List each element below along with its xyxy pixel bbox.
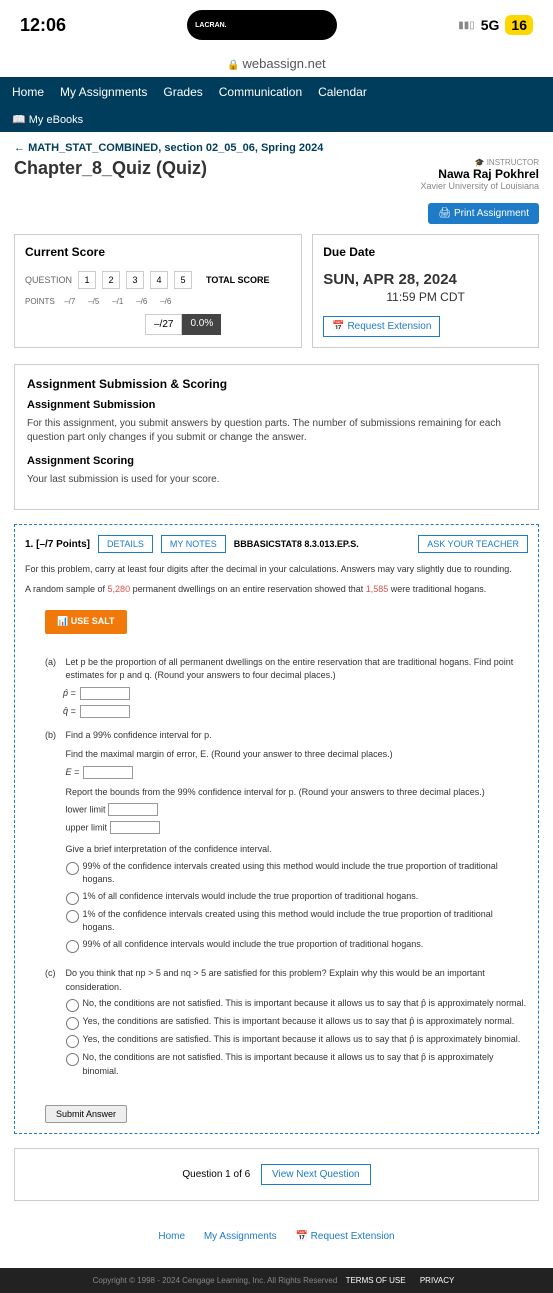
use-salt-button[interactable]: 📊 USE SALT — [45, 610, 127, 634]
submit-answer-button[interactable]: Submit Answer — [45, 1105, 127, 1123]
network-label: 5G — [481, 17, 500, 33]
radio-c3[interactable] — [66, 1035, 79, 1048]
due-date-title: Due Date — [323, 245, 528, 259]
footer-assignments[interactable]: My Assignments — [204, 1231, 277, 1242]
nav-calendar[interactable]: Calendar — [318, 85, 367, 99]
current-score-box: Current Score QUESTION 1 2 3 4 5 TOTAL S… — [14, 234, 302, 348]
question-1: 1. [–/7 Points] DETAILS MY NOTES BBBASIC… — [14, 524, 539, 1134]
instructor-block: 🎓 INSTRUCTOR Nawa Raj Pokhrel Xavier Uni… — [420, 158, 539, 191]
due-time: 11:59 PM CDT — [323, 290, 528, 304]
radio-b1[interactable] — [66, 862, 79, 875]
pagination: Question 1 of 6 View Next Question — [14, 1148, 539, 1201]
q-cell-1[interactable]: 1 — [78, 271, 96, 289]
view-next-button[interactable]: View Next Question — [261, 1164, 371, 1185]
radio-c2[interactable] — [66, 1017, 79, 1030]
total-percent: 0.0% — [182, 314, 221, 335]
nav-home[interactable]: Home — [12, 85, 44, 99]
footer-links: Home My Assignments 📅 Request Extension — [14, 1215, 539, 1258]
battery-level: 16 — [505, 15, 533, 35]
question-ref: BBBASICSTAT8 8.3.013.EP.S. — [234, 539, 359, 549]
notes-button[interactable]: MY NOTES — [161, 535, 226, 553]
footer-request[interactable]: 📅 Request Extension — [295, 1231, 394, 1242]
request-extension-button[interactable]: 📅 Request Extension — [323, 316, 440, 337]
upper-limit-input[interactable] — [110, 821, 160, 834]
radio-b4[interactable] — [66, 940, 79, 953]
q-cell-3[interactable]: 3 — [126, 271, 144, 289]
breadcrumb[interactable]: MATH_STAT_COMBINED, section 02_05_06, Sp… — [14, 142, 539, 154]
p-hat-input[interactable] — [80, 687, 130, 700]
question-number: 1. [–/7 Points] — [25, 539, 90, 550]
radio-b2[interactable] — [66, 892, 79, 905]
status-right: ▮▮▯ 5G 16 — [458, 15, 533, 35]
e-input[interactable] — [83, 766, 133, 779]
q-cell-4[interactable]: 4 — [150, 271, 168, 289]
radio-b3[interactable] — [66, 910, 79, 923]
q-cell-5[interactable]: 5 — [174, 271, 192, 289]
current-score-title: Current Score — [25, 245, 291, 259]
status-time: 12:06 — [20, 15, 66, 36]
q-hat-input[interactable] — [80, 705, 130, 718]
signal-icon: ▮▮▯ — [458, 20, 475, 31]
total-points: –/27 — [145, 314, 182, 335]
ask-teacher-button[interactable]: ASK YOUR TEACHER — [418, 535, 528, 553]
nav-assignments[interactable]: My Assignments — [60, 85, 147, 99]
instructor-uni: Xavier University of Louisiana — [420, 181, 539, 191]
nav-bar: Home My Assignments Grades Communication… — [0, 77, 553, 132]
ebooks-icon: 📖 — [12, 114, 29, 126]
nav-grades[interactable]: Grades — [163, 85, 202, 99]
details-button[interactable]: DETAILS — [98, 535, 153, 553]
radio-c1[interactable] — [66, 999, 79, 1012]
nav-ebooks[interactable]: My eBooks — [29, 114, 83, 126]
q-cell-2[interactable]: 2 — [102, 271, 120, 289]
lower-limit-input[interactable] — [108, 803, 158, 816]
terms-link[interactable]: TERMS OF USE — [346, 1276, 406, 1285]
footer-home[interactable]: Home — [158, 1231, 185, 1242]
dynamic-island: LACRAN. — [187, 10, 337, 40]
nav-communication[interactable]: Communication — [219, 85, 302, 99]
due-date: SUN, APR 28, 2024 — [323, 271, 528, 288]
privacy-link[interactable]: PRIVACY — [420, 1276, 455, 1285]
radio-c4[interactable] — [66, 1053, 79, 1066]
status-bar: 12:06 LACRAN. ▮▮▯ 5G 16 — [0, 0, 553, 50]
due-date-box: Due Date SUN, APR 28, 2024 11:59 PM CDT … — [312, 234, 539, 348]
instructor-name: Nawa Raj Pokhrel — [420, 167, 539, 181]
copyright-bar: Copyright © 1998 - 2024 Cengage Learning… — [0, 1268, 553, 1293]
url-bar[interactable]: webassign.net — [0, 50, 553, 77]
instructor-label: 🎓 INSTRUCTOR — [420, 158, 539, 167]
print-button[interactable]: 🖨 Print Assignment — [428, 203, 539, 224]
quiz-title: Chapter_8_Quiz (Quiz) — [14, 158, 207, 179]
submission-box: Assignment Submission & Scoring Assignme… — [14, 364, 539, 510]
